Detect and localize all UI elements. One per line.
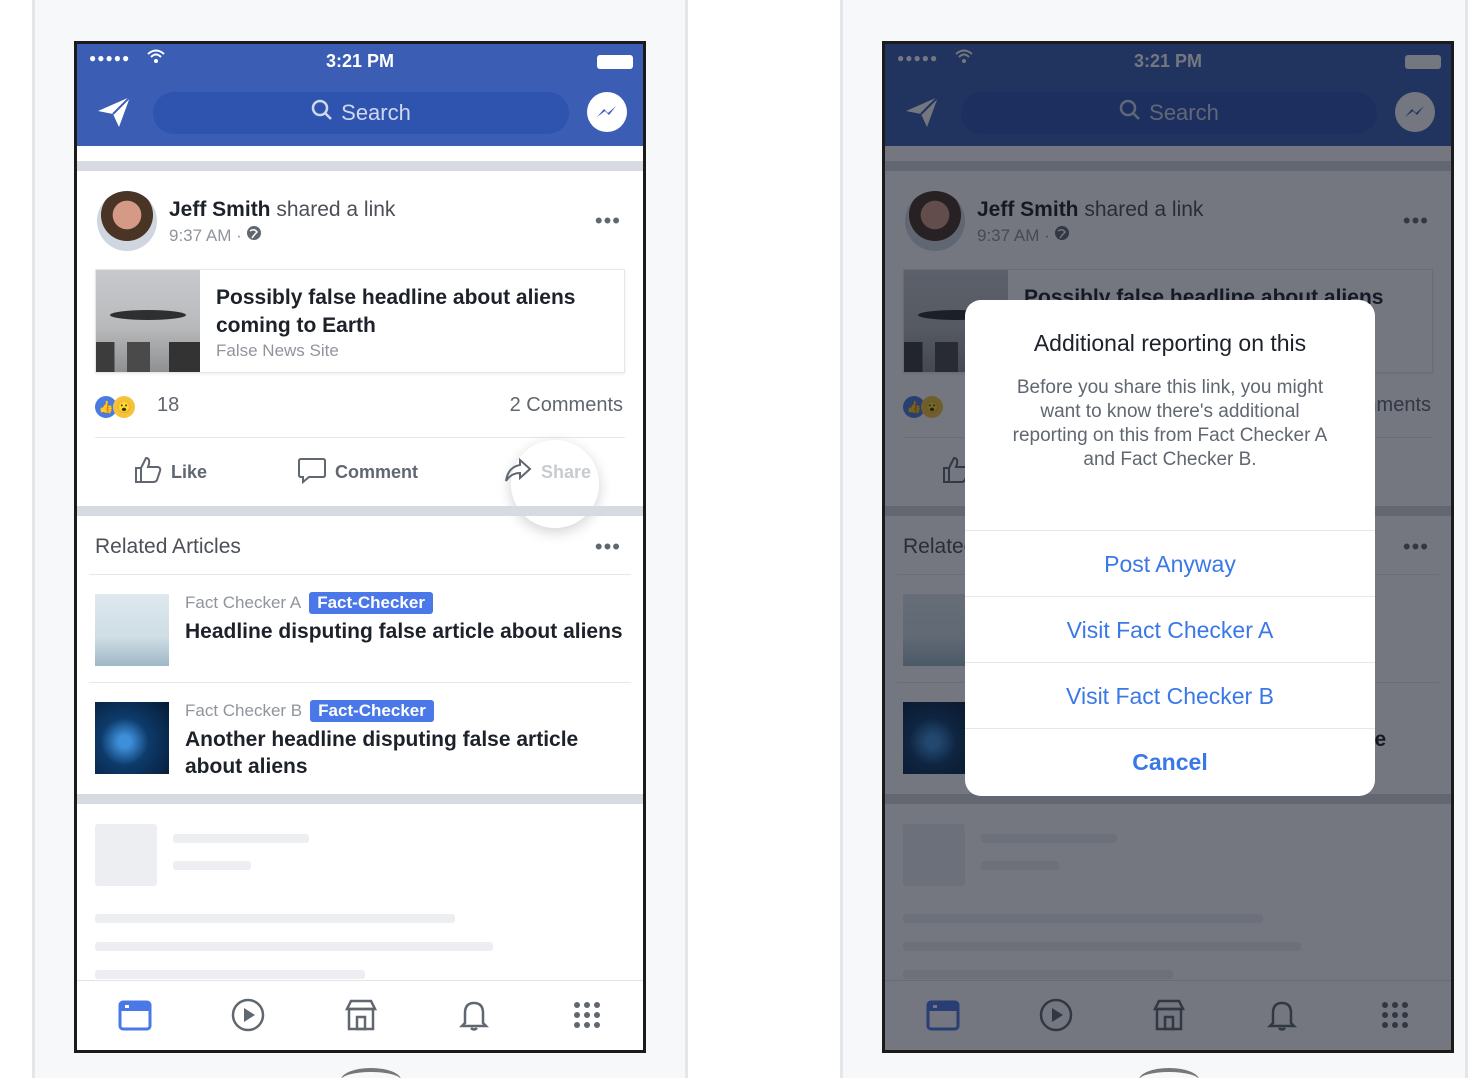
article-headline: Headline disputing false article about a…: [185, 620, 623, 643]
loading-placeholder: [173, 834, 309, 843]
post-header: Jeff Smith shared a link: [169, 198, 395, 222]
source-name: Fact Checker B: [185, 701, 303, 720]
like-button[interactable]: Like: [133, 454, 207, 490]
news-feed-icon[interactable]: [115, 995, 155, 1035]
article-headline: Another headline disputing false article…: [185, 728, 579, 778]
status-bar: ●●●●● 3:21 PM: [77, 44, 643, 80]
home-button: [341, 1068, 401, 1078]
related-options-icon[interactable]: •••: [595, 534, 621, 560]
menu-icon[interactable]: [567, 995, 607, 1035]
globe-icon: [246, 226, 262, 245]
visit-fact-checker-a-button[interactable]: Visit Fact Checker A: [965, 596, 1375, 662]
list-item[interactable]: Fact Checker B Fact-Checker Another headl…: [77, 682, 643, 790]
link-thumbnail: [96, 270, 200, 372]
trees-image: [96, 342, 200, 372]
link-title: Possibly false headline about aliens com…: [216, 286, 576, 337]
share-button[interactable]: Share: [503, 454, 591, 490]
comment-icon: [297, 455, 327, 490]
post-anyway-button[interactable]: Post Anyway: [965, 530, 1375, 596]
list-divider: [89, 682, 631, 683]
share-icon: [503, 455, 533, 490]
fact-checker-badge: Fact-Checker: [309, 592, 433, 614]
cancel-button[interactable]: Cancel: [965, 728, 1375, 794]
send-icon[interactable]: [95, 93, 133, 131]
fact-checker-badge: Fact-Checker: [310, 700, 434, 722]
search-icon: [311, 93, 333, 135]
post-action: shared a link: [276, 198, 396, 221]
search-placeholder: Search: [341, 100, 411, 125]
article-source: Fact Checker B Fact-Checker: [185, 700, 434, 722]
avatar[interactable]: [97, 191, 157, 251]
comment-label: Comment: [335, 461, 419, 482]
related-articles-title: Related Articles: [95, 535, 241, 558]
loading-placeholder: [95, 942, 493, 951]
dialog-message: Before you share this link, you might wa…: [1012, 377, 1328, 470]
source-name: Fact Checker A: [185, 593, 302, 612]
video-icon[interactable]: [228, 995, 268, 1035]
loading-placeholder: [95, 914, 455, 923]
top-navbar: Search: [77, 80, 643, 146]
messenger-icon[interactable]: [587, 92, 627, 132]
list-item[interactable]: Fact Checker A Fact-Checker Headline disp…: [77, 574, 643, 682]
link-source: False News Site: [216, 341, 339, 360]
article-thumbnail: [95, 594, 169, 666]
visit-fact-checker-b-button[interactable]: Visit Fact Checker B: [965, 662, 1375, 728]
post-options-icon[interactable]: •••: [595, 208, 621, 234]
like-icon: [133, 455, 163, 490]
list-divider: [89, 574, 631, 575]
feed-divider: [77, 161, 643, 171]
share-label: Share: [541, 461, 592, 482]
ufo-image: [110, 310, 186, 320]
share-warning-screen: ●●●●● 3:21 PM Search Jeff Smith shared a…: [882, 41, 1454, 1053]
article-thumbnail: [95, 702, 169, 774]
post-time: 9:37 AM ·: [169, 226, 247, 245]
loading-placeholder: [95, 970, 365, 979]
feed-divider: [77, 506, 643, 516]
comment-button[interactable]: Comment: [297, 454, 418, 490]
status-time: 3:21 PM: [325, 51, 395, 71]
loading-placeholder: [173, 861, 251, 870]
bottom-tab-bar: [77, 980, 643, 1050]
home-button: [1139, 1068, 1199, 1078]
post-timestamp: 9:37 AM ·: [169, 225, 262, 246]
battery-icon: [597, 55, 633, 69]
marketplace-icon[interactable]: [341, 995, 381, 1035]
link-preview-card[interactable]: Possibly false headline about aliens com…: [95, 269, 625, 373]
search-input[interactable]: Search: [153, 92, 569, 134]
action-divider: [95, 437, 625, 438]
feed-divider: [77, 794, 643, 804]
share-warning-dialog: Additional reporting on this Before you …: [965, 300, 1375, 796]
reaction-icons[interactable]: 👍 😮: [95, 394, 135, 420]
wow-reaction-icon: 😮: [113, 396, 135, 418]
like-label: Like: [171, 461, 208, 482]
notifications-icon[interactable]: [454, 995, 494, 1035]
comments-count[interactable]: 2 Comments: [510, 394, 623, 417]
news-feed-screen: ●●●●● 3:21 PM Search Jeff Smith shared a…: [74, 41, 646, 1053]
screenshot: ●●●●● 3:21 PM Search Jeff Smith shared a…: [0, 0, 1475, 1078]
reaction-count[interactable]: 18: [157, 394, 179, 417]
loading-placeholder: [95, 824, 157, 886]
dialog-title: Additional reporting on this: [1033, 330, 1307, 356]
author-name[interactable]: Jeff Smith: [169, 198, 271, 221]
article-source: Fact Checker A Fact-Checker: [185, 592, 433, 614]
